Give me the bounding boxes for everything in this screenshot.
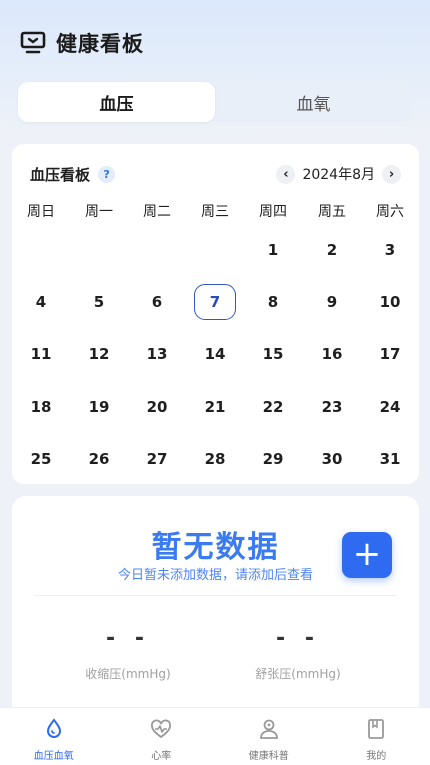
- calendar-day[interactable]: 23: [311, 389, 353, 425]
- calendar-day[interactable]: 30: [311, 441, 353, 477]
- systolic-label: 收缩压(mmHg): [85, 667, 171, 681]
- calendar-day[interactable]: 12: [78, 336, 120, 372]
- calendar-day[interactable]: 15: [252, 336, 294, 372]
- tab-blood-oxygen[interactable]: 血氧: [215, 82, 412, 122]
- calendar-day[interactable]: 1: [252, 232, 294, 268]
- calendar-day[interactable]: 2: [311, 232, 353, 268]
- calendar-day[interactable]: 10: [369, 284, 411, 320]
- calendar-day[interactable]: 28: [194, 441, 236, 477]
- blood-drop-icon: [42, 717, 66, 741]
- next-month-button[interactable]: ›: [382, 164, 401, 184]
- diastolic-value: - -: [276, 626, 320, 651]
- calendar-day[interactable]: 17: [369, 336, 411, 372]
- calendar-day-today[interactable]: 7: [194, 284, 236, 320]
- nav-label: 血压血氧: [33, 751, 74, 762]
- book-icon: [364, 717, 388, 741]
- nav-mine[interactable]: 我的: [323, 708, 430, 765]
- weekday-label: 周六: [376, 204, 404, 220]
- summary-card: 暂无数据 今日暂未添加数据，请添加后查看 + - - 收缩压(mmHg) - -…: [12, 496, 419, 726]
- calendar-header: 血压看板 ?: [30, 164, 116, 185]
- heart-rate-icon: [149, 717, 173, 741]
- calendar-title: 血压看板: [30, 166, 91, 184]
- weekday-label: 周五: [318, 204, 346, 220]
- calendar-card: 血压看板 ? ‹ 2024年8月 › 周日 周一 周二 周三 周四 周五 周六 123456…: [12, 144, 419, 484]
- app-header: 健康看板: [20, 26, 144, 60]
- calendar-day[interactable]: 31: [369, 441, 411, 477]
- help-icon[interactable]: ?: [98, 166, 116, 183]
- page-title: 健康看板: [56, 32, 144, 56]
- calendar-day[interactable]: 14: [194, 336, 236, 372]
- nav-health-education[interactable]: 健康科普: [215, 708, 323, 765]
- prev-month-button[interactable]: ‹: [276, 164, 296, 184]
- calendar-day[interactable]: 21: [194, 389, 236, 425]
- calendar-day[interactable]: 8: [252, 284, 294, 320]
- month-label: 2024年8月: [302, 167, 375, 183]
- weekday-label: 周一: [85, 204, 113, 220]
- weekday-label: 周二: [143, 204, 171, 220]
- systolic-metric: - - 收缩压(mmHg): [38, 626, 218, 682]
- tab-blood-pressure[interactable]: 血压: [18, 82, 215, 122]
- calendar-day[interactable]: 22: [252, 389, 294, 425]
- doctor-icon: [257, 717, 281, 741]
- monitor-logo-icon: [20, 31, 46, 55]
- calendar-day[interactable]: 13: [136, 336, 178, 372]
- calendar-day[interactable]: 26: [78, 441, 120, 477]
- calendar-day[interactable]: 3: [369, 232, 411, 268]
- nav-label: 健康科普: [248, 751, 289, 762]
- calendar-day[interactable]: 6: [136, 284, 178, 320]
- weekday-header-row: 周日 周一 周二 周三 周四 周五 周六: [12, 201, 419, 221]
- calendar-day[interactable]: 11: [20, 336, 62, 372]
- nav-label: 我的: [366, 751, 387, 762]
- divider: [34, 595, 397, 596]
- systolic-value: - -: [106, 626, 150, 651]
- calendar-day[interactable]: 20: [136, 389, 178, 425]
- calendar-day[interactable]: 29: [252, 441, 294, 477]
- calendar-day[interactable]: 4: [20, 284, 62, 320]
- nav-heart-rate[interactable]: 心率: [108, 708, 216, 765]
- tab-bar: 血压 血氧: [18, 82, 412, 122]
- calendar-day[interactable]: 19: [78, 389, 120, 425]
- nav-label: 心率: [151, 751, 172, 762]
- calendar-day[interactable]: 9: [311, 284, 353, 320]
- weekday-label: 周四: [259, 204, 287, 220]
- nav-blood-pressure-oxygen[interactable]: 血压血氧: [0, 708, 108, 765]
- diastolic-metric: - - 舒张压(mmHg): [208, 626, 388, 682]
- diastolic-label: 舒张压(mmHg): [255, 667, 341, 681]
- calendar-day[interactable]: 27: [136, 441, 178, 477]
- calendar-day[interactable]: 5: [78, 284, 120, 320]
- calendar-day[interactable]: 16: [311, 336, 353, 372]
- weekday-label: 周三: [201, 204, 229, 220]
- calendar-grid: 1 2 3 4 5 6 7 8 9 10 11 12 13 14 15 16 17 18 19 20 21 22 23 24 2…: [12, 232, 419, 472]
- add-record-button[interactable]: +: [342, 532, 392, 578]
- calendar-day[interactable]: 24: [369, 389, 411, 425]
- calendar-day[interactable]: 25: [20, 441, 62, 477]
- bottom-navigation: 血压血氧 心率 健康科普 我的: [0, 707, 430, 765]
- weekday-label: 周日: [27, 204, 55, 220]
- calendar-day[interactable]: 18: [20, 389, 62, 425]
- month-navigator: ‹ 2024年8月 ›: [276, 164, 401, 184]
